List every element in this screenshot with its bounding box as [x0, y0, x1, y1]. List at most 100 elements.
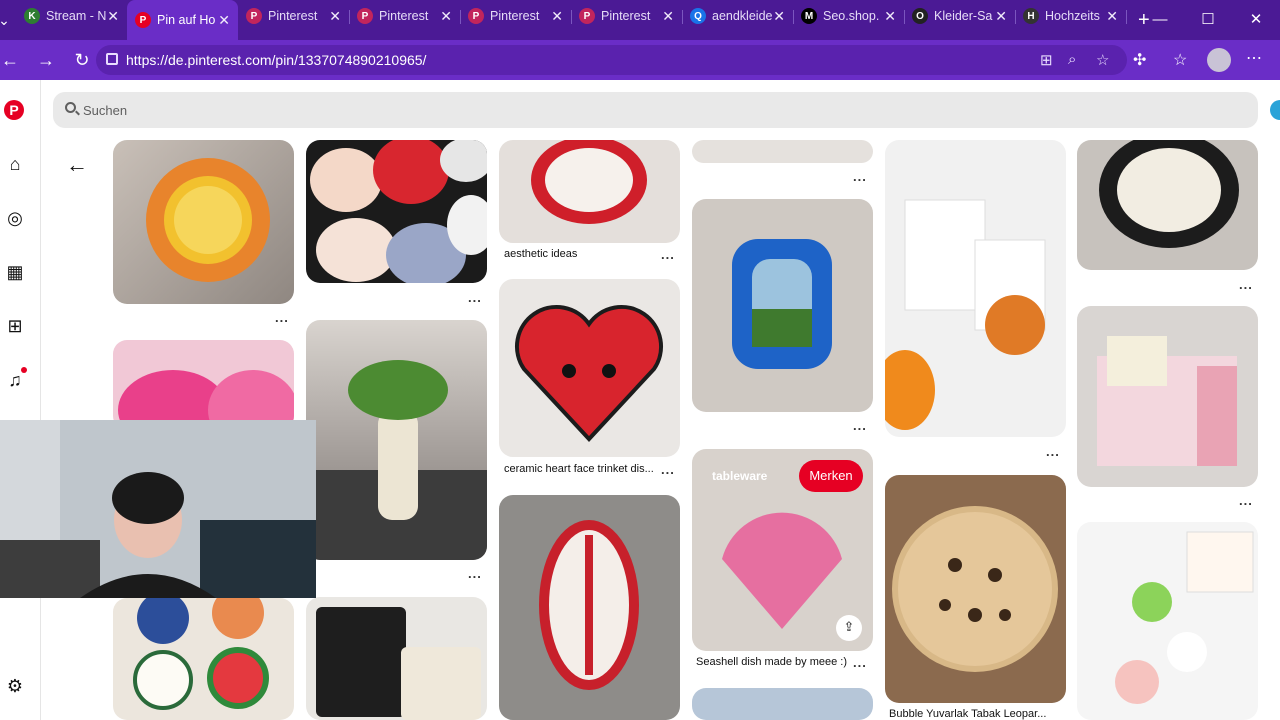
- pin-menu-dots[interactable]: ...: [1239, 277, 1253, 292]
- pin-image: [306, 360, 487, 560]
- tab-close-icon[interactable]: ✕: [218, 12, 230, 28]
- pin-tic-tac-toe[interactable]: [306, 597, 487, 720]
- tab-favicon-icon: Q: [690, 8, 706, 24]
- pin-vase-plant[interactable]: [306, 320, 487, 560]
- tab-close-icon[interactable]: ✕: [773, 8, 785, 24]
- more-menu-icon[interactable]: ⋯: [1246, 48, 1262, 68]
- tab-favicon-icon: P: [468, 8, 484, 24]
- pin-menu-dots[interactable]: ...: [275, 310, 289, 325]
- pin-top-partial[interactable]: [692, 140, 873, 163]
- tab-8[interactable]: O Kleider-Sa ✕: [904, 0, 1016, 32]
- pin-flower-dish[interactable]: [499, 140, 680, 243]
- favorite-star-icon[interactable]: ☆: [1096, 51, 1109, 69]
- tab-0[interactable]: K Stream - N ✕: [16, 0, 128, 32]
- tab-close-icon[interactable]: ✕: [551, 8, 563, 24]
- pin-caption[interactable]: aesthetic ideas: [504, 248, 577, 260]
- pin-chess-board[interactable]: [1077, 306, 1258, 487]
- tab-close-icon[interactable]: ✕: [107, 8, 119, 24]
- pin-heart-dishes[interactable]: [306, 140, 487, 283]
- tab-favicon-icon: P: [135, 12, 151, 28]
- pin-bottom-partial[interactable]: [692, 688, 873, 720]
- tab-3[interactable]: P Pinterest ✕: [349, 0, 461, 32]
- tab-label: Kleider-Sa: [934, 9, 993, 23]
- tab-favicon-icon: P: [246, 8, 262, 24]
- tab-close-icon[interactable]: ✕: [440, 8, 452, 24]
- extensions-icon[interactable]: ✣: [1133, 50, 1146, 70]
- tab-9[interactable]: H Hochzeits ✕: [1015, 0, 1127, 32]
- pin-leopard-plate[interactable]: [885, 475, 1066, 703]
- back-icon[interactable]: ←: [0, 50, 28, 71]
- explore-compass-icon[interactable]: ◎: [5, 208, 25, 228]
- pin-frog-pig[interactable]: [1077, 522, 1258, 720]
- tab-close-icon[interactable]: ✕: [884, 8, 896, 24]
- boards-grid-icon[interactable]: ▦: [5, 262, 25, 282]
- pin-menu-dots[interactable]: ...: [853, 655, 867, 670]
- pin-menu-dots[interactable]: ...: [661, 247, 675, 262]
- pin-menu-dots[interactable]: ...: [661, 462, 675, 477]
- notifications-bell-icon[interactable]: ♫: [5, 370, 25, 390]
- tab-7[interactable]: M Seo.shop. ✕: [793, 0, 905, 32]
- url-text[interactable]: https://de.pinterest.com/pin/13370748902…: [126, 52, 426, 68]
- tab-strip: ⌄ K Stream - N ✕ P Pin auf Ho ✕ P Pinterest ✕ P Pi…: [0, 0, 1280, 40]
- tab-5[interactable]: P Pinterest ✕: [571, 0, 683, 32]
- minimize-icon[interactable]: —: [1136, 0, 1184, 40]
- forward-icon[interactable]: →: [28, 50, 64, 71]
- tab-scroll-chevron-icon[interactable]: ⌄: [0, 12, 14, 29]
- tab-6[interactable]: Qaendkleide ✕: [682, 0, 794, 32]
- tab-2[interactable]: P Pinterest ✕: [238, 0, 350, 32]
- pin-caption[interactable]: Seashell dish made by meee :): [696, 656, 847, 668]
- search-icon: [65, 102, 76, 113]
- pin-menu-dots[interactable]: ...: [1239, 493, 1253, 508]
- tab-close-icon[interactable]: ✕: [995, 8, 1007, 24]
- app-available-icon[interactable]: ⊞: [1040, 51, 1053, 69]
- favorites-icon[interactable]: ☆: [1173, 50, 1187, 70]
- maximize-icon[interactable]: ☐: [1184, 0, 1232, 40]
- pin-caption[interactable]: ceramic heart face trinket dis...: [504, 463, 654, 475]
- close-window-icon[interactable]: ✕: [1232, 0, 1280, 40]
- browser-toolbar: ← → ↻ https://de.pinterest.com/pin/13370…: [0, 40, 1280, 80]
- pin-fruit-plates[interactable]: [113, 598, 294, 720]
- window-controls: — ☐ ✕: [1136, 0, 1280, 40]
- search-input[interactable]: Suchen: [53, 92, 1258, 128]
- pin-menu-dots[interactable]: ...: [468, 566, 482, 581]
- tab-label: Pinterest: [490, 9, 540, 23]
- pin-sun-trinket-dish[interactable]: [113, 140, 294, 304]
- board-selector[interactable]: tableware: [712, 469, 767, 483]
- tab-close-icon[interactable]: ✕: [662, 8, 674, 24]
- tab-close-icon[interactable]: ✕: [1106, 8, 1118, 24]
- pin-pink-heart-box[interactable]: [113, 340, 294, 430]
- pin-image: [539, 520, 639, 690]
- settings-gear-icon[interactable]: ⚙: [5, 676, 25, 696]
- tab-close-icon[interactable]: ✕: [329, 8, 341, 24]
- tab-label: Pinterest: [268, 9, 318, 23]
- tab-favicon-icon: P: [357, 8, 373, 24]
- pin-cow-coasters[interactable]: [885, 140, 1066, 437]
- search-placeholder: Suchen: [83, 102, 128, 118]
- back-arrow-icon[interactable]: ←: [66, 152, 88, 178]
- pin-image: [1097, 336, 1237, 466]
- pin-mirror[interactable]: [692, 199, 873, 412]
- tab-4[interactable]: P Pinterest ✕: [460, 0, 572, 32]
- pin-spider-bowl[interactable]: [1077, 140, 1258, 270]
- tab-favicon-icon: H: [1023, 8, 1039, 24]
- pin-menu-dots[interactable]: ...: [468, 290, 482, 305]
- account-avatar[interactable]: [1270, 100, 1280, 120]
- pin-heart-face-dish[interactable]: [499, 279, 680, 457]
- home-icon[interactable]: ⌂: [5, 154, 25, 174]
- save-button[interactable]: Merken: [799, 460, 863, 492]
- pin-caption[interactable]: Bubble Yuvarlak Tabak Leopar...: [889, 708, 1059, 720]
- lock-icon[interactable]: [106, 53, 118, 65]
- zoom-icon[interactable]: ⌕: [1068, 51, 1076, 68]
- profile-avatar[interactable]: [1207, 48, 1231, 72]
- tab-1[interactable]: P Pin auf Ho ✕: [127, 0, 238, 40]
- pin-menu-dots[interactable]: ...: [853, 418, 867, 433]
- share-icon[interactable]: ⇪: [836, 615, 862, 641]
- reload-icon[interactable]: ↻: [64, 50, 100, 71]
- address-bar[interactable]: https://de.pinterest.com/pin/13370748902…: [96, 45, 1127, 75]
- pinterest-sidebar: P ⌂ ◎ ▦ ⊞ ♫ ⚙: [0, 80, 41, 720]
- pin-menu-dots[interactable]: ...: [1046, 444, 1060, 459]
- create-plus-icon[interactable]: ⊞: [5, 316, 25, 336]
- pinterest-logo-icon[interactable]: P: [4, 100, 24, 120]
- pin-menu-dots[interactable]: ...: [853, 169, 867, 184]
- pin-candy-dish[interactable]: [499, 495, 680, 720]
